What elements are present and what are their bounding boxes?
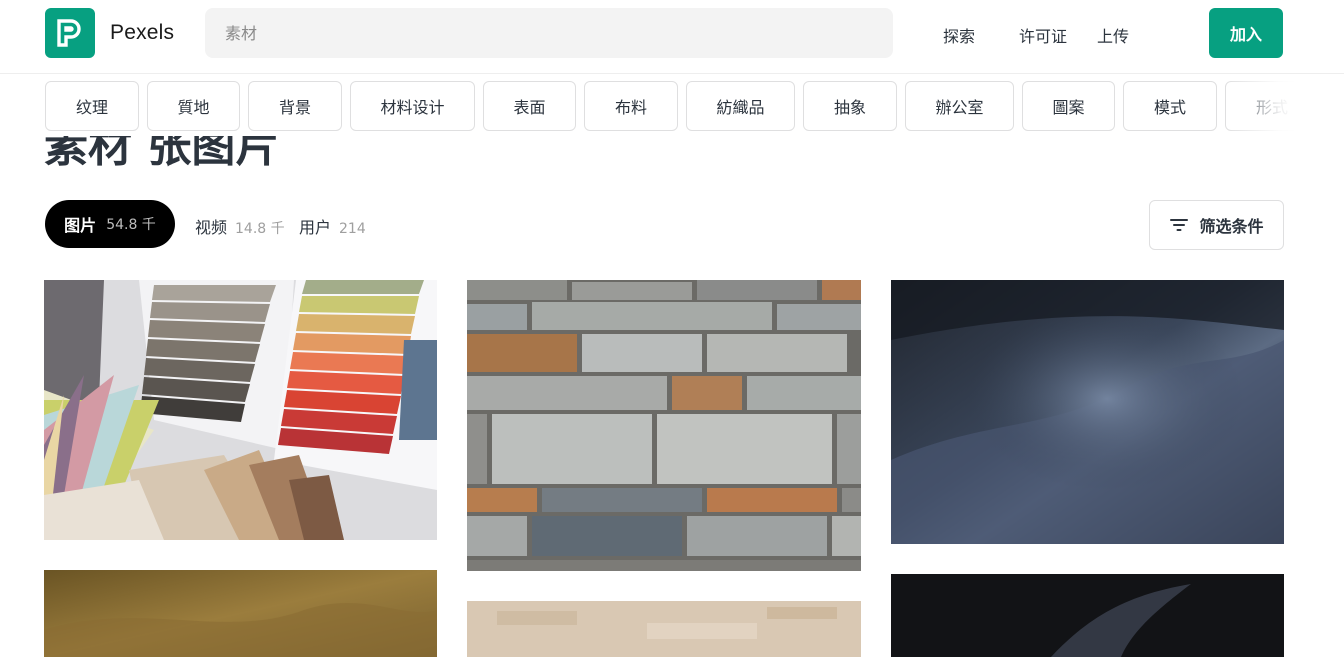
tab-videos[interactable]: 视频 14.8 千 <box>195 214 285 238</box>
brand-name[interactable]: Pexels <box>110 21 174 45</box>
photo-card[interactable] <box>44 570 437 657</box>
tab-users[interactable]: 用户 214 <box>299 214 366 238</box>
photo-card[interactable] <box>467 280 861 571</box>
pexels-logo[interactable] <box>45 8 95 58</box>
photo-image <box>467 280 861 571</box>
nav-license[interactable]: 许可证 <box>1019 23 1067 47</box>
filter-button[interactable]: 筛选条件 <box>1149 200 1284 250</box>
tag-chip[interactable]: 背景 <box>248 81 342 131</box>
tab-label: 图片 <box>64 216 97 235</box>
photo-card[interactable] <box>467 601 861 657</box>
tab-count: 214 <box>339 221 366 237</box>
tag-chip[interactable]: 模式 <box>1123 81 1217 131</box>
tag-chip[interactable]: 布料 <box>584 81 678 131</box>
tab-count: 14.8 千 <box>235 221 285 237</box>
tab-photos[interactable]: 图片 54.8 千 <box>45 200 175 248</box>
tag-chip[interactable]: 辦公室 <box>905 81 1014 131</box>
photo-image <box>44 280 437 540</box>
tab-label: 视频 <box>195 218 228 237</box>
tag-chip[interactable]: 形式 <box>1225 81 1319 131</box>
tag-chip[interactable]: 質地 <box>147 81 240 131</box>
photo-image <box>44 570 437 657</box>
tag-chip[interactable]: 紡織品 <box>686 81 795 131</box>
related-tags-bar: 纹理 質地 背景 材料设计 表面 布料 紡織品 抽象 辦公室 圖案 模式 形式 <box>0 74 1344 136</box>
filter-icon <box>1170 219 1189 231</box>
tag-chip[interactable]: 抽象 <box>803 81 897 131</box>
join-button[interactable]: 加入 <box>1209 8 1283 58</box>
nav-upload[interactable]: 上传 <box>1097 23 1129 47</box>
filter-label: 筛选条件 <box>1199 217 1264 236</box>
photo-image <box>467 601 861 657</box>
photo-image <box>891 280 1284 544</box>
search-input[interactable] <box>205 8 893 58</box>
tag-chip[interactable]: 纹理 <box>45 81 139 131</box>
tag-chip[interactable]: 表面 <box>483 81 576 131</box>
tab-count: 54.8 千 <box>106 217 156 233</box>
photo-image <box>891 574 1284 657</box>
tag-chip[interactable]: 材料设计 <box>350 81 475 131</box>
photo-card[interactable] <box>891 574 1284 657</box>
pexels-logo-icon <box>57 19 81 47</box>
photo-card[interactable] <box>891 280 1284 544</box>
photo-card[interactable] <box>44 280 437 540</box>
header: Pexels 探索 许可证 上传 加入 <box>0 0 1344 74</box>
tab-label: 用户 <box>299 218 332 237</box>
nav-explore[interactable]: 探索 <box>943 23 975 47</box>
tag-chip[interactable]: 圖案 <box>1022 81 1115 131</box>
